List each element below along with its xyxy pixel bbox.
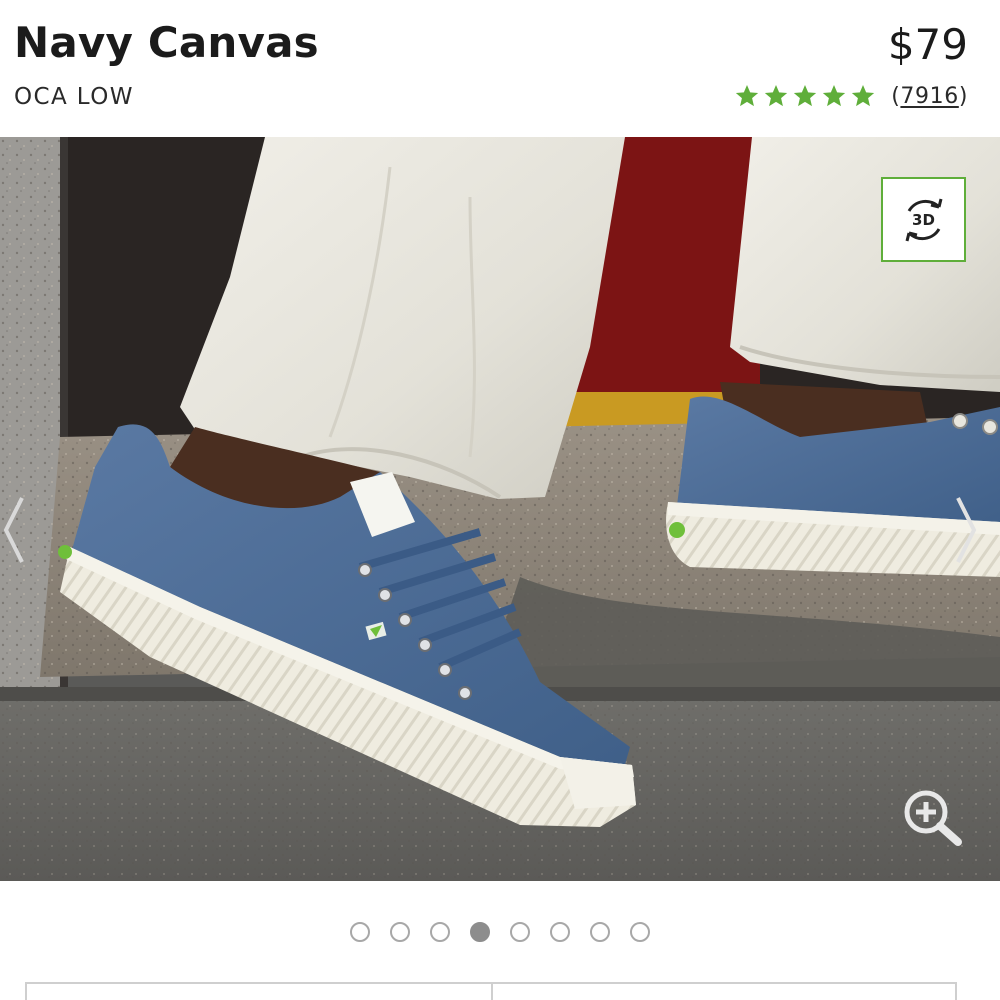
star-icon [850,83,876,109]
carousel-dot[interactable] [470,922,490,942]
product-price: $79 [887,20,968,69]
next-image-button[interactable] [946,490,986,570]
zoom-in-icon [904,790,962,846]
product-header: Navy Canvas OCA LOW $79 (7916) [0,0,1000,137]
view-3d-label: 3D [912,210,935,229]
carousel-dot[interactable] [550,922,570,942]
product-image[interactable]: 3D [0,137,1000,881]
carousel-dot[interactable] [630,922,650,942]
chevron-left-icon [3,497,24,563]
star-icon [821,83,847,109]
size-selector-box[interactable] [25,982,957,1000]
product-rating[interactable]: (7916) [734,80,968,112]
product-photo [0,137,1000,881]
star-rating [734,83,879,109]
carousel-indicators [0,920,1000,944]
carousel-dot[interactable] [350,922,370,942]
star-icon [792,83,818,109]
carousel-dot[interactable] [390,922,410,942]
carousel-dot[interactable] [430,922,450,942]
star-icon [734,83,760,109]
carousel-dot[interactable] [510,922,530,942]
chevron-right-icon [956,497,977,563]
view-3d-button[interactable]: 3D [881,177,966,262]
prev-image-button[interactable] [0,490,34,570]
product-title: Navy Canvas [14,18,319,67]
size-selector-divider [491,984,493,1000]
review-count-link[interactable]: (7916) [891,84,968,109]
star-icon [763,83,789,109]
carousel-dot[interactable] [590,922,610,942]
zoom-button[interactable] [898,786,970,846]
product-model: OCA LOW [14,84,134,110]
review-count: 7916 [900,83,959,109]
